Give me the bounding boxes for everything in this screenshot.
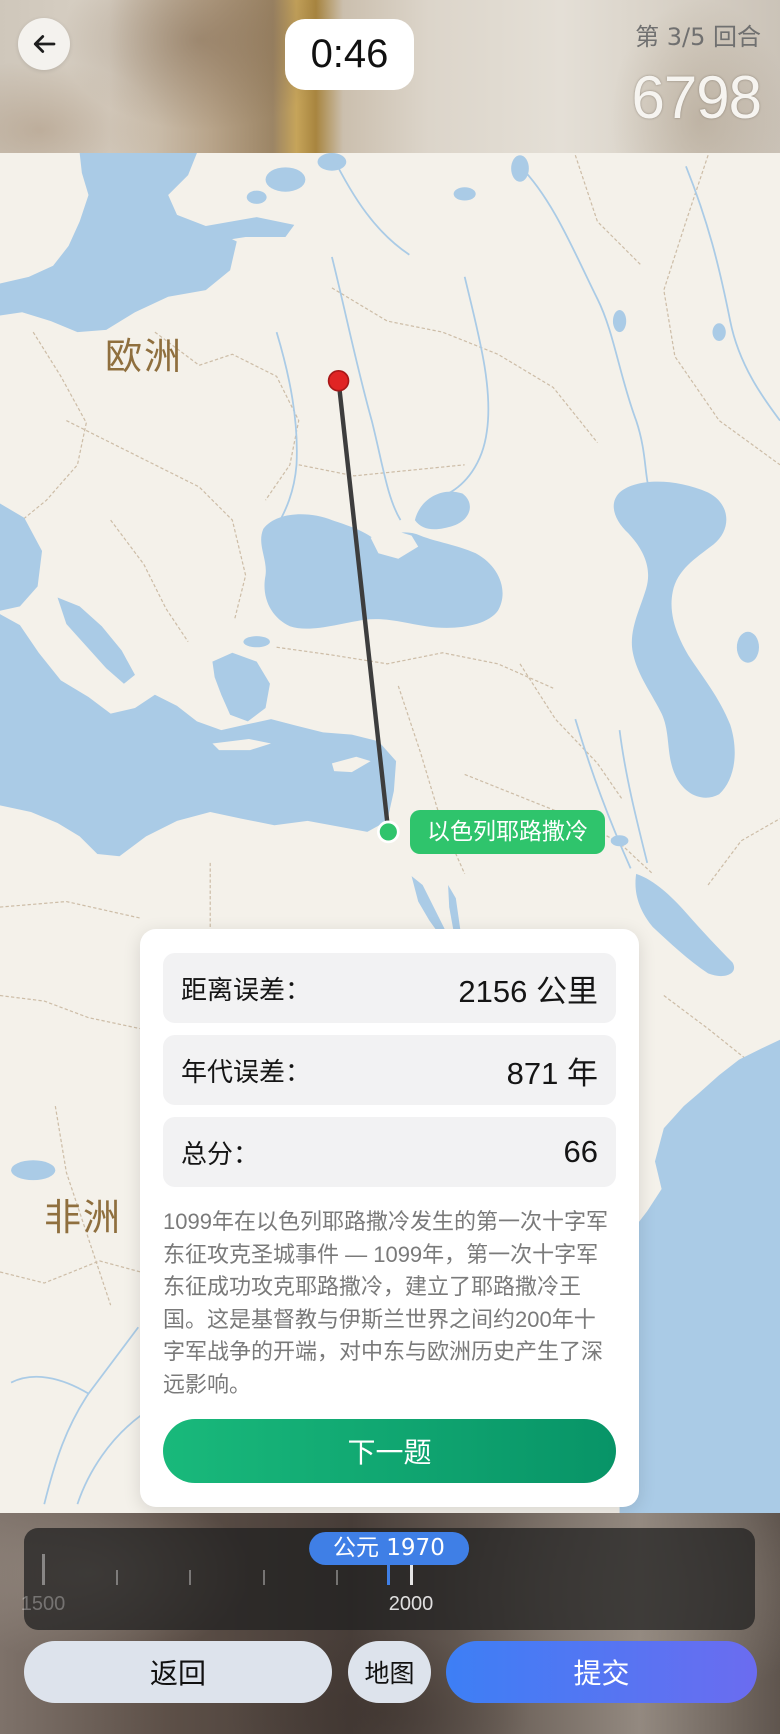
back-button-bottom[interactable]: 返回 (24, 1641, 332, 1703)
year-error-row: 年代误差： 871 年 (163, 1035, 616, 1105)
red-pin-icon (327, 369, 350, 392)
back-button[interactable] (18, 18, 70, 70)
round-score-value: 66 (563, 1134, 598, 1169)
year-error-value: 871 年 (506, 1055, 598, 1091)
lake (712, 323, 726, 341)
sea-of-marmara (243, 636, 270, 648)
lake (612, 310, 627, 333)
round-score-label: 总分： (181, 1139, 260, 1170)
lake (511, 155, 529, 182)
round-indicator: 第 3/5 回合 (635, 23, 761, 51)
lake (11, 1160, 56, 1181)
game-screen: 0:46 第 3/5 回合 6798 欧洲 非洲 以色列耶路撒冷 距离误差： 2… (0, 0, 780, 1734)
countdown-timer: 0:46 (285, 19, 414, 90)
lake (265, 167, 306, 192)
region-label-africa: 非洲 (44, 1196, 122, 1239)
region-label-europe: 欧洲 (105, 335, 183, 378)
lake (453, 187, 476, 201)
arrow-left-icon (33, 35, 56, 53)
round-score-row: 总分： 66 (163, 1117, 616, 1187)
timeline-minor-tick (262, 1570, 265, 1585)
header: 0:46 第 3/5 回合 6798 (0, 0, 780, 153)
timeline-major-tick (41, 1554, 45, 1585)
timeline-minor-tick (336, 1570, 339, 1585)
timeline-minor-tick (115, 1570, 118, 1585)
distance-error-label: 距离误差： (181, 975, 312, 1006)
green-pin-icon (377, 820, 400, 844)
selected-year-label: 公元 1970 (308, 1532, 469, 1565)
timeline-tick-label: 1500 (20, 1593, 66, 1615)
year-timeline-slider[interactable]: 1500 2000 公元 1970 (20, 1528, 755, 1630)
kara-bogaz-gol (736, 631, 759, 663)
next-question-button[interactable]: 下一题 (163, 1419, 616, 1483)
bottom-bar: 1500 2000 公元 1970 返回 地图 提交 (0, 1513, 780, 1734)
timeline-year-handle[interactable] (387, 1565, 391, 1585)
answer-location-label: 以色列耶路撒冷 (410, 810, 605, 854)
distance-error-row: 距离误差： 2156 公里 (163, 953, 616, 1023)
lake (246, 190, 267, 204)
year-error-label: 年代误差： (181, 1057, 312, 1088)
timeline-tick-label: 2000 (388, 1593, 434, 1615)
distance-error-value: 2156 公里 (458, 973, 598, 1009)
timeline-minor-tick (189, 1570, 192, 1585)
submit-button[interactable]: 提交 (446, 1641, 757, 1703)
total-score: 6798 (631, 64, 762, 131)
result-card: 距离误差： 2156 公里 年代误差： 871 年 总分： 66 1099年在以… (140, 929, 639, 1507)
map-toggle-button[interactable]: 地图 (348, 1641, 431, 1703)
event-description: 1099年在以色列耶路撒冷发生的第一次十字军东征攻克圣城事件 — 1099年，第… (163, 1209, 608, 1397)
